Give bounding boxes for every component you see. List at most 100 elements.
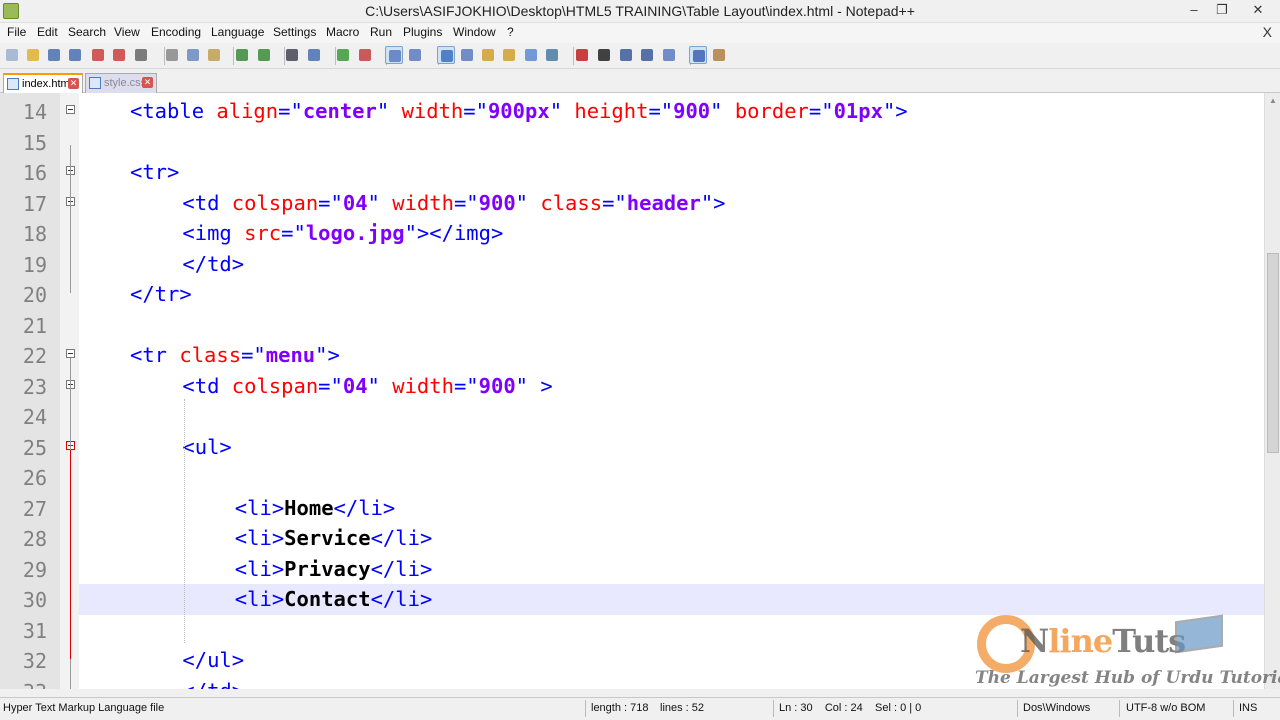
code-text: <li>Contact</li> (235, 587, 433, 611)
line-number: 24 (22, 405, 47, 429)
menu-view[interactable]: View (114, 25, 140, 39)
code-token-tag: <td (182, 373, 232, 398)
code-token-attribute: width (392, 373, 454, 398)
code-line[interactable]: 20 </tr> (0, 279, 1264, 310)
code-line[interactable]: 27 <li>Home</li> (0, 493, 1264, 524)
code-line[interactable]: 28 <li>Service</li> (0, 523, 1264, 554)
scroll-up-arrow-icon[interactable]: ▲ (1268, 96, 1278, 105)
code-editor[interactable]: 14 <table align="center" width="900px" he… (0, 93, 1264, 689)
code-token-tag: =" (241, 343, 266, 367)
code-line[interactable]: 25 <ul> (0, 432, 1264, 463)
code-token-string: menu (265, 343, 316, 367)
code-token-attribute: border (734, 99, 809, 123)
code-text: </tr> (130, 282, 192, 306)
minimize-button[interactable]: – (1180, 0, 1208, 22)
redo-icon[interactable] (255, 46, 273, 64)
status-cursor-position: Ln : 30 Col : 24 Sel : 0 | 0 (779, 702, 922, 714)
paste-icon[interactable] (205, 46, 223, 64)
stop-record-icon[interactable] (595, 46, 613, 64)
code-line[interactable]: 22 <tr class="menu"> (0, 340, 1264, 371)
menu-language[interactable]: Language (211, 25, 264, 39)
code-token-attribute: align (216, 99, 279, 123)
user-lang-icon[interactable] (500, 46, 518, 64)
tab-index-html[interactable]: index.html ✕ (3, 73, 83, 93)
undo-icon[interactable] (233, 46, 251, 64)
status-encoding[interactable]: UTF-8 w/o BOM (1126, 702, 1205, 714)
code-token-string: header (626, 190, 701, 215)
code-line[interactable]: 29 <li>Privacy</li> (0, 554, 1264, 585)
print-icon[interactable] (132, 46, 150, 64)
save-all-icon[interactable] (66, 46, 84, 64)
doc-map-icon[interactable] (522, 46, 540, 64)
play-macro-icon[interactable] (617, 46, 635, 64)
close-all-icon[interactable] (110, 46, 128, 64)
close-tab-icon[interactable]: ✕ (142, 77, 153, 88)
close-tab-icon[interactable]: ✕ (68, 78, 79, 89)
menu-edit[interactable]: Edit (37, 25, 58, 39)
indent-guide-icon[interactable] (479, 46, 497, 64)
close-window-button[interactable]: ✕ (1240, 0, 1276, 22)
spell-check-options-icon[interactable] (710, 46, 728, 64)
sync-horizontal-icon[interactable] (406, 46, 424, 64)
code-text: <tr> (130, 160, 179, 184)
tab-label: style.css (104, 77, 147, 89)
menu-help[interactable]: ? (507, 25, 514, 39)
replace-icon[interactable] (305, 46, 323, 64)
code-line[interactable]: 18 <img src="logo.jpg"></img> (0, 218, 1264, 249)
open-file-icon[interactable] (24, 46, 42, 64)
close-document-x-icon[interactable]: X (1263, 24, 1272, 40)
window-title: C:\Users\ASIFJOKHIO\Desktop\HTML5 TRAINI… (365, 3, 915, 19)
menu-run[interactable]: Run (370, 25, 392, 39)
line-number: 27 (22, 496, 47, 521)
save-macro-icon[interactable] (660, 46, 678, 64)
code-line[interactable]: 14 <table align="center" width="900px" he… (0, 96, 1264, 127)
menu-macro[interactable]: Macro (326, 25, 359, 39)
vertical-scrollbar[interactable]: ▲ (1264, 93, 1280, 689)
function-list-icon[interactable] (543, 46, 561, 64)
menu-settings[interactable]: Settings (273, 25, 316, 39)
zoom-out-icon[interactable] (356, 46, 374, 64)
code-token-text: Home (284, 495, 334, 520)
line-number: 23 (22, 374, 47, 399)
scrollbar-thumb[interactable] (1267, 253, 1279, 453)
show-all-chars-icon[interactable] (458, 46, 476, 64)
new-file-icon[interactable] (3, 46, 21, 64)
code-line[interactable]: 19 </td> (0, 249, 1264, 280)
code-line[interactable]: 26 (0, 462, 1264, 493)
menu-file[interactable]: File (7, 25, 26, 39)
status-divider (773, 700, 774, 717)
sync-vertical-icon[interactable] (385, 46, 403, 64)
code-token-tag: " (367, 373, 393, 398)
save-icon[interactable] (45, 46, 63, 64)
code-line[interactable]: 17 <td colspan="04" width="900" class="he… (0, 188, 1264, 219)
word-wrap-icon[interactable] (437, 46, 455, 64)
line-number: 31 (22, 618, 47, 643)
close-icon[interactable] (89, 46, 107, 64)
tab-style-css[interactable]: style.css ✕ (85, 73, 157, 93)
restore-button[interactable]: ❐ (1208, 0, 1236, 22)
run-macro-multiple-icon[interactable] (638, 46, 656, 64)
fold-toggle-icon[interactable] (66, 349, 75, 358)
code-token-tag: =" (602, 190, 627, 215)
record-macro-icon[interactable] (573, 46, 591, 64)
code-line[interactable]: 15 (0, 127, 1264, 158)
fold-toggle-icon[interactable] (66, 105, 75, 114)
code-token-text: Privacy (284, 556, 371, 581)
code-line[interactable]: 21 (0, 310, 1264, 341)
find-icon[interactable] (283, 46, 301, 64)
zoom-in-icon[interactable] (334, 46, 352, 64)
menu-plugins[interactable]: Plugins (403, 25, 442, 39)
code-line[interactable]: 24 (0, 401, 1264, 432)
menu-encoding[interactable]: Encoding (151, 25, 201, 39)
code-line[interactable]: 30 <li>Contact</li> (23, 584, 1264, 615)
code-token-tag: =" (463, 99, 488, 123)
status-insert-mode[interactable]: INS (1239, 702, 1257, 714)
status-eol-format[interactable]: Dos\Windows (1023, 702, 1090, 714)
code-line[interactable]: 23 <td colspan="04" width="900" > (0, 371, 1264, 402)
menu-window[interactable]: Window (453, 25, 496, 39)
spell-check-icon[interactable] (689, 46, 707, 64)
code-line[interactable]: 16 <tr> (0, 157, 1264, 188)
copy-icon[interactable] (184, 46, 202, 64)
menu-search[interactable]: Search (68, 25, 106, 39)
cut-icon[interactable] (163, 46, 181, 64)
